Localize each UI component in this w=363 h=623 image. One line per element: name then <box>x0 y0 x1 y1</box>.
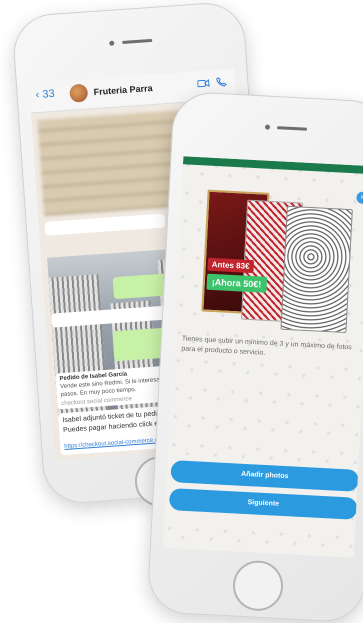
checkout-link[interactable]: https://checkout.social-commerce.com <box>64 437 166 452</box>
message-bubble-incoming <box>44 213 166 236</box>
front-phone-mockup: × Antes 83€ ¡Ahora 50€! Tienes que subir… <box>146 90 363 623</box>
book-cover-white <box>280 205 353 334</box>
phone-icon[interactable] <box>215 77 228 88</box>
contact-avatar <box>69 83 89 103</box>
old-price-badge: Antes 83€ <box>207 257 254 274</box>
video-icon[interactable] <box>197 78 210 89</box>
product-screen: × Antes 83€ ¡Ahora 50€! Tienes que subir… <box>162 156 363 558</box>
home-button <box>231 559 285 613</box>
contact-name: Fruteria Parra <box>93 83 153 98</box>
speaker-grille <box>122 38 153 44</box>
back-button[interactable]: ‹ 33 <box>35 88 55 101</box>
speaker-grille <box>276 126 308 131</box>
new-price-badge: ¡Ahora 50€! <box>206 273 267 293</box>
front-camera <box>109 40 115 46</box>
front-camera <box>264 124 271 130</box>
